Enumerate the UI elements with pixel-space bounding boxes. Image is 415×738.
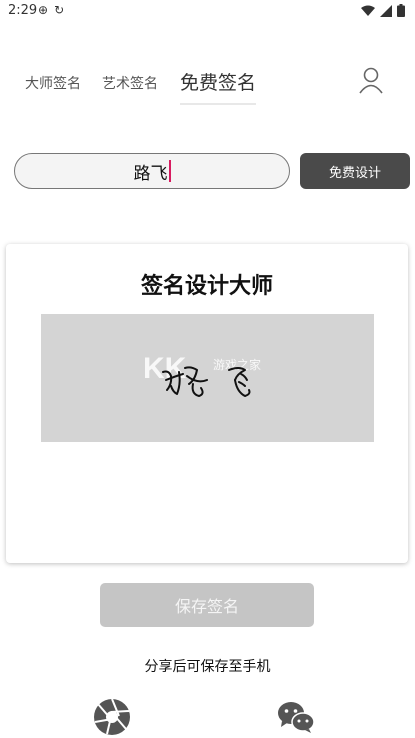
sync-icon: ↻ xyxy=(54,3,65,17)
svg-text:游戏之家: 游戏之家 xyxy=(213,357,261,372)
wechat-icon[interactable] xyxy=(277,700,315,734)
signature-card: 签名设计大师 KK 游戏之家 xyxy=(6,244,408,563)
text-caret xyxy=(168,160,171,182)
free-design-button[interactable]: 免费设计 xyxy=(300,153,410,189)
signal-icon xyxy=(380,4,392,17)
status-time: 2:29 xyxy=(8,3,38,18)
card-title: 签名设计大师 xyxy=(140,274,273,299)
user-icon[interactable] xyxy=(355,64,387,96)
name-input-value: 路飞 xyxy=(133,163,168,184)
wifi-icon xyxy=(361,5,375,16)
tab-master-signature[interactable]: 大师签名 xyxy=(25,73,81,93)
tab-free-signature[interactable]: 免费签名 xyxy=(180,68,257,105)
signature-preview: KK 游戏之家 xyxy=(41,314,374,442)
tab-art-signature[interactable]: 艺术签名 xyxy=(102,73,158,93)
signature-image: KK 游戏之家 xyxy=(143,352,261,397)
status-bar: 2:29 ⊕ ↻ xyxy=(0,0,415,24)
name-input[interactable]: 路飞 xyxy=(14,153,290,189)
save-signature-button[interactable]: 保存签名 xyxy=(100,583,314,627)
signature-tabs: 大师签名 艺术签名 免费签名 xyxy=(0,60,415,105)
aperture-icon[interactable] xyxy=(93,698,131,736)
status-notification-icons: ⊕ ↻ xyxy=(38,3,64,17)
share-hint: 分享后可保存至手机 xyxy=(144,659,271,675)
battery-icon xyxy=(397,4,405,17)
notification-icon: ⊕ xyxy=(38,3,49,17)
status-right-icons xyxy=(361,4,405,17)
